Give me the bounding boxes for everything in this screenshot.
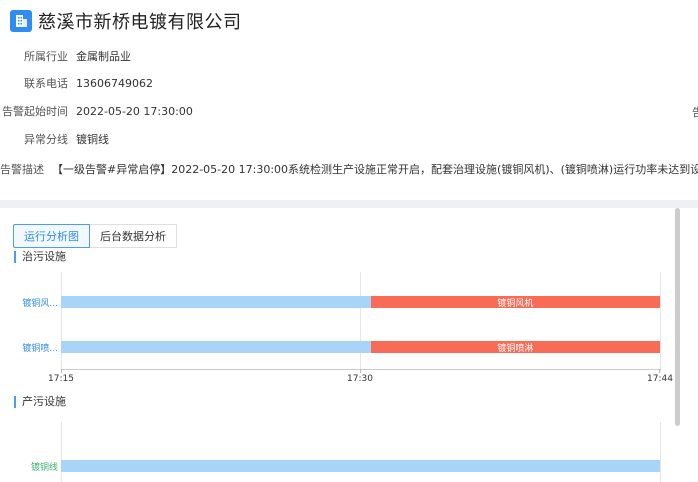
description-label: 告警描述 <box>0 163 44 176</box>
analysis-panel: 运行分析图 后台数据分析 治污设施 镀铜风... 镀铜风机 镀铜喷... 镀铜喷… <box>0 208 698 482</box>
info-row-description: 告警描述 【一级告警#异常启停】2022-05-20 17:30:00系统检测生… <box>0 159 698 179</box>
chart1-tick-label: 17:44 <box>647 374 673 384</box>
chart1-tick <box>360 369 361 373</box>
chart1-grid-line <box>360 272 361 372</box>
info-row-abnormal-line: 异常分线 镀铜线 <box>0 129 109 149</box>
chart1-bar-normal[interactable] <box>61 341 371 353</box>
phone-label: 联系电话 <box>24 77 68 90</box>
tab-backend-data[interactable]: 后台数据分析 <box>90 224 177 248</box>
company-name: 慈溪市新桥电镀有限公司 <box>38 12 242 33</box>
chart2-grid-line <box>660 422 661 482</box>
chart2-title: 产污设施 <box>14 396 66 408</box>
info-row-phone: 联系电话 13606749062 <box>0 73 153 93</box>
info-row-alarm-start: 告警起始时间 2022-05-20 17:30:00 <box>0 101 193 121</box>
bar-label: 镀铜喷淋 <box>497 343 534 354</box>
chart1-tick <box>61 369 62 373</box>
phone-value: 13606749062 <box>76 76 153 90</box>
chart1-bar-alarm[interactable]: 镀铜喷淋 <box>370 341 660 354</box>
company-header: 慈溪市新桥电镀有限公司 <box>10 9 242 33</box>
industry-value: 金属制品业 <box>76 50 131 63</box>
alarm-start-value: 2022-05-20 17:30:00 <box>76 104 193 118</box>
abnormal-line-label: 异常分线 <box>24 133 68 146</box>
view-tabs: 运行分析图 后台数据分析 <box>13 224 177 248</box>
chart1-row-label: 镀铜喷... <box>22 344 58 354</box>
tab-run-analysis[interactable]: 运行分析图 <box>13 224 90 248</box>
abnormal-line-value: 镀铜线 <box>76 133 109 146</box>
chart1-tick-label: 17:15 <box>48 374 74 384</box>
chart1-grid-line <box>660 272 661 372</box>
chart1-bar-alarm[interactable]: 镀铜风机 <box>370 296 660 309</box>
description-value: 【一级告警#异常启停】2022-05-20 17:30:00系统检测生产设施正常… <box>52 163 698 176</box>
chart2-bar-normal[interactable] <box>61 460 660 472</box>
industry-label: 所属行业 <box>24 50 68 63</box>
building-icon <box>10 10 32 32</box>
chart2-row-label: 镀铜线 <box>30 463 58 473</box>
chart1-tick-label: 17:30 <box>347 374 373 384</box>
chart1-bar-normal[interactable] <box>61 296 371 308</box>
chart1-title: 治污设施 <box>14 251 66 263</box>
truncated-label: 告 <box>692 106 698 119</box>
chart2-grid-line <box>61 422 62 482</box>
chart1-row-label: 镀铜风... <box>22 299 58 309</box>
chart1-grid-line <box>61 272 62 372</box>
chart1-tick <box>659 369 660 373</box>
chart1-x-axis <box>61 369 661 370</box>
section-divider <box>0 200 698 208</box>
alarm-start-label: 告警起始时间 <box>2 105 68 118</box>
info-row-industry: 所属行业 金属制品业 <box>0 46 131 66</box>
panel-scrollbar[interactable] <box>675 208 680 426</box>
bar-label: 镀铜风机 <box>497 298 534 309</box>
